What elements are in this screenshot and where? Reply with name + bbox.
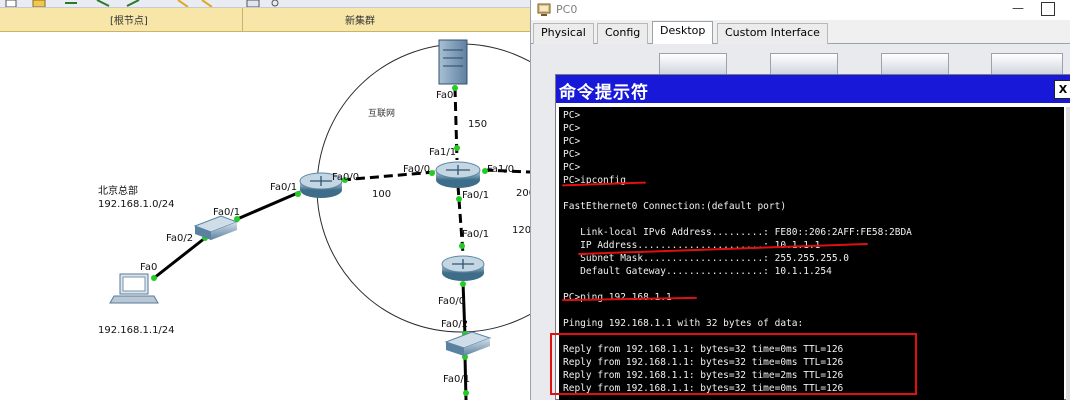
switch-icon[interactable] [444, 331, 492, 356]
terminal-line: Default Gateway.................: 10.1.1… [563, 266, 832, 277]
desktop-app-icon[interactable] [991, 53, 1063, 75]
terminal-line: Pinging 192.168.1.1 with 32 bytes of dat… [563, 318, 804, 329]
port-label: Fa0/1 [443, 374, 471, 385]
annotation-box [550, 333, 917, 395]
maximize-button[interactable] [1041, 2, 1055, 16]
terminal-scrollbar[interactable] [1066, 107, 1070, 400]
tab-bar: Physical Config Desktop Custom Interface [531, 20, 1070, 44]
terminal-line: PC> [563, 162, 581, 173]
folder-icon[interactable] [32, 0, 46, 7]
desktop-app-icon[interactable] [881, 53, 949, 75]
server-icon[interactable] [438, 39, 468, 85]
desktop-app-icon[interactable] [659, 53, 727, 75]
link-switch-router [234, 190, 301, 222]
port-label: Fa0/0 [438, 296, 466, 307]
terminal-line: Link-local IPv6 Address.........: FE80::… [563, 227, 912, 238]
breadcrumb-root[interactable]: [根节点] [110, 12, 148, 27]
terminal-line: PC> [563, 136, 581, 147]
terminal-line: FastEthernet0 Connection:(default port) [563, 201, 787, 212]
port-label: Fa1/0 [487, 164, 515, 175]
link-cost-label: 150 [468, 119, 488, 130]
screenshot-stage: [根节点] 新集群 互联网 Fa0 150 Fa1/1 Fa0/0 Fa1/0 … [0, 0, 1070, 400]
terminal-line: PC> [563, 110, 581, 121]
pc0-window: PC0 — Physical Config Desktop Custom Int… [530, 0, 1070, 400]
terminal-line: PC> [563, 149, 581, 160]
breadcrumb-divider [242, 8, 243, 32]
port-label: Fa0/0 [332, 172, 360, 183]
lightning-icon[interactable] [200, 0, 214, 7]
branch-subnet-label: 192.168.1.0/24 [98, 199, 175, 210]
topology-canvas [109, 39, 530, 400]
close-button[interactable]: X [1054, 80, 1070, 99]
switch-icon[interactable] [193, 215, 239, 240]
internet-label: 互联网 [368, 109, 396, 119]
zoom-icon[interactable] [268, 0, 282, 7]
window-titlebar[interactable]: PC0 — [531, 0, 1070, 20]
pointer-icon[interactable] [96, 0, 110, 7]
topology-workspace[interactable]: [根节点] 新集群 互联网 Fa0 150 Fa1/1 Fa0/0 Fa1/0 … [0, 0, 530, 400]
grid-icon[interactable] [246, 0, 260, 7]
port-label: Fa0/2 [166, 233, 194, 244]
port-label: Fa0 [436, 90, 454, 101]
new-file-icon[interactable] [4, 0, 18, 7]
port-label: Fa0/1 [462, 229, 490, 240]
router-icon[interactable] [435, 161, 481, 188]
window-title: PC0 [556, 3, 578, 16]
pc-app-icon [537, 3, 551, 16]
host-ip-label: 192.168.1.1/24 [98, 325, 175, 336]
port-label: Fa1/1 [429, 147, 457, 158]
port-label: Fa0/1 [270, 182, 298, 193]
tab-desktop[interactable]: Desktop [652, 21, 714, 44]
tab-physical[interactable]: Physical [533, 23, 594, 44]
terminal-line: Subnet Mask.....................: 255.25… [563, 253, 849, 264]
workspace-toolbar [0, 0, 530, 8]
tab-custom-interface[interactable]: Custom Interface [717, 23, 828, 44]
command-prompt-title: 命令提示符 [559, 83, 649, 103]
router-icon[interactable] [441, 255, 485, 281]
tab-config[interactable]: Config [597, 23, 649, 44]
port-label: Fa0/0 [403, 164, 431, 175]
link-cost-label: 100 [372, 189, 392, 200]
port-label: Fa0/1 [462, 190, 490, 201]
minimize-button[interactable]: — [1010, 2, 1026, 16]
breadcrumb-cluster[interactable]: 新集群 [345, 12, 375, 27]
lightning-icon[interactable] [176, 0, 190, 7]
breadcrumb: [根节点] 新集群 [0, 8, 530, 32]
arrow-icon[interactable] [64, 0, 78, 7]
port-label: Fa0/1 [213, 207, 241, 218]
internet-cloud-outline [316, 43, 530, 333]
link-cost-label: 200 [516, 188, 530, 199]
terminal-line: PC> [563, 123, 581, 134]
port-label: Fa0 [140, 262, 158, 273]
branch-label: 北京总部 [98, 186, 138, 197]
pencil-icon[interactable] [126, 0, 140, 7]
desktop-app-icon[interactable] [770, 53, 838, 75]
pc-icon[interactable] [109, 273, 159, 304]
command-prompt-titlebar: 命令提示符 X [556, 75, 1070, 103]
link-cost-label: 120 [512, 225, 530, 236]
port-label: Fa0/2 [441, 319, 469, 330]
